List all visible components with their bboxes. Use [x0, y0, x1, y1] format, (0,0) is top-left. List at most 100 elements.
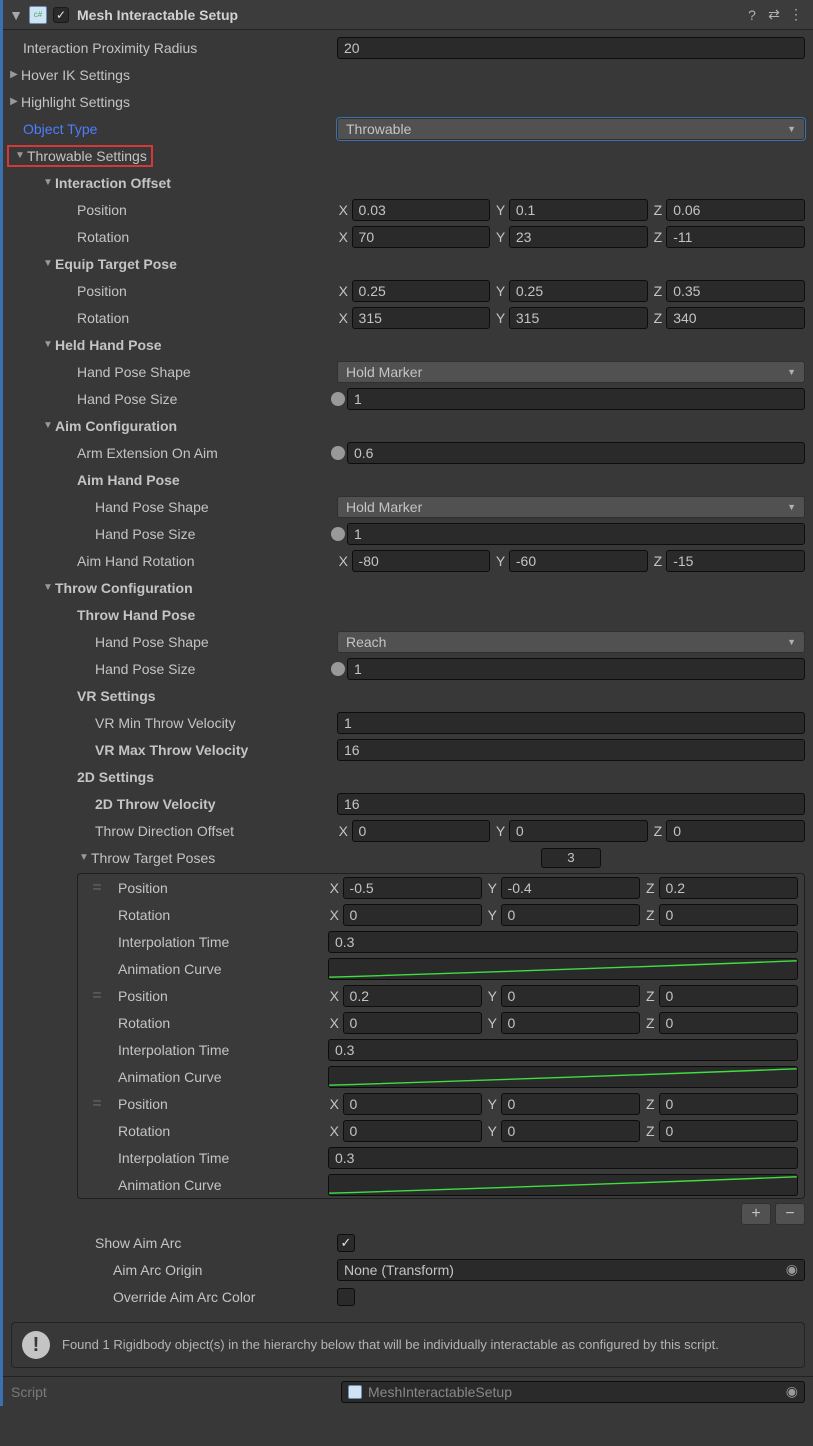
pose-0-pos-y[interactable] [501, 877, 640, 899]
throw-size-input[interactable] [347, 658, 805, 680]
aim-rot-x[interactable] [352, 550, 491, 572]
preset-icon[interactable]: ⇄ [763, 6, 785, 23]
pose-2-rot-x[interactable] [343, 1120, 482, 1142]
pose-2-interp[interactable] [328, 1147, 798, 1169]
help-icon[interactable]: ? [741, 7, 763, 23]
throw-dir-z[interactable] [666, 820, 805, 842]
override-color-checkbox[interactable] [337, 1288, 355, 1306]
menu-icon[interactable]: ⋮ [785, 6, 807, 23]
held-hand-foldout[interactable]: Held Hand Pose [7, 337, 337, 353]
aim-size-slider[interactable] [337, 532, 339, 536]
info-icon: ! [22, 1331, 50, 1359]
drag-handle-icon[interactable]: = [78, 879, 118, 897]
pose-0-rot-x[interactable] [343, 904, 482, 926]
aim-shape-dropdown[interactable]: Hold Marker [337, 496, 805, 518]
aim-hand-label: Aim Hand Pose [7, 472, 337, 488]
script-field: MeshInteractableSetup◉ [341, 1381, 805, 1403]
arm-ext-slider[interactable] [337, 451, 339, 455]
2d-settings-label: 2D Settings [7, 769, 337, 785]
pose-0-interp[interactable] [328, 931, 798, 953]
pose-2-pos-z[interactable] [659, 1093, 798, 1115]
component-title: Mesh Interactable Setup [77, 7, 741, 23]
poses-size-input[interactable] [541, 848, 601, 868]
object-type-dropdown[interactable]: Throwable [337, 118, 805, 140]
drag-handle-icon[interactable]: = [78, 1095, 118, 1113]
et-pos-y[interactable] [509, 280, 648, 302]
script-icon[interactable]: c# [29, 6, 47, 24]
pose-0-pos-z[interactable] [659, 877, 798, 899]
component-header: ▼ c# ✓ Mesh Interactable Setup ? ⇄ ⋮ [3, 0, 813, 30]
script-label: Script [11, 1384, 341, 1400]
hover-ik-foldout[interactable]: Hover IK Settings [7, 67, 337, 83]
object-picker-icon: ◉ [786, 1261, 798, 1278]
aim-arc-origin-field[interactable]: None (Transform)◉ [337, 1259, 805, 1281]
pose-1-curve[interactable] [328, 1066, 798, 1088]
io-pos-x[interactable] [352, 199, 491, 221]
throw-hand-label: Throw Hand Pose [7, 607, 337, 623]
aim-cfg-foldout[interactable]: Aim Configuration [7, 418, 337, 434]
throw-dir-x[interactable] [352, 820, 491, 842]
2d-vel-input[interactable] [337, 793, 805, 815]
info-box: ! Found 1 Rigidbody object(s) in the hie… [11, 1322, 805, 1368]
object-picker-icon: ◉ [786, 1383, 798, 1400]
vr-max-input[interactable] [337, 739, 805, 761]
highlight-foldout[interactable]: Highlight Settings [7, 94, 337, 110]
equip-target-foldout[interactable]: Equip Target Pose [7, 256, 337, 272]
et-rot-y[interactable] [509, 307, 648, 329]
enabled-checkbox[interactable]: ✓ [53, 7, 69, 23]
pose-1-rot-y[interactable] [501, 1012, 640, 1034]
throw-cfg-foldout[interactable]: Throw Configuration [7, 580, 337, 596]
pose-2-pos-y[interactable] [501, 1093, 640, 1115]
io-rot-z[interactable] [666, 226, 805, 248]
pose-0-rot-y[interactable] [501, 904, 640, 926]
et-rot-z[interactable] [666, 307, 805, 329]
script-asset-icon [348, 1385, 362, 1399]
pose-0-rot-z[interactable] [659, 904, 798, 926]
throw-shape-dropdown[interactable]: Reach [337, 631, 805, 653]
io-rot-y[interactable] [509, 226, 648, 248]
object-type-label: Object Type [7, 121, 337, 137]
throwable-settings-foldout[interactable]: Throwable Settings [7, 145, 337, 167]
aim-rot-z[interactable] [666, 550, 805, 572]
io-position-label: Position [7, 202, 337, 218]
array-add-button[interactable]: + [741, 1203, 771, 1225]
io-pos-z[interactable] [666, 199, 805, 221]
pose-1-pos-z[interactable] [659, 985, 798, 1007]
throw-size-slider[interactable] [337, 667, 339, 671]
pose-2-curve[interactable] [328, 1174, 798, 1196]
vr-min-input[interactable] [337, 712, 805, 734]
throw-dir-y[interactable] [509, 820, 648, 842]
pose-0-curve[interactable] [328, 958, 798, 980]
pose-2-rot-y[interactable] [501, 1120, 640, 1142]
interaction-offset-foldout[interactable]: Interaction Offset [7, 175, 337, 191]
foldout-icon[interactable]: ▼ [9, 7, 23, 23]
proximity-input[interactable] [337, 37, 805, 59]
held-size-input[interactable] [347, 388, 805, 410]
aim-rot-y[interactable] [509, 550, 648, 572]
pose-2-pos-x[interactable] [343, 1093, 482, 1115]
pose-1-rot-z[interactable] [659, 1012, 798, 1034]
pose-1-rot-x[interactable] [343, 1012, 482, 1034]
pose-0-pos-x[interactable] [343, 877, 482, 899]
array-remove-button[interactable]: − [775, 1203, 805, 1225]
io-rotation-label: Rotation [7, 229, 337, 245]
pose-2-rot-z[interactable] [659, 1120, 798, 1142]
et-rot-x[interactable] [352, 307, 491, 329]
aim-size-input[interactable] [347, 523, 805, 545]
et-pos-z[interactable] [666, 280, 805, 302]
held-shape-dropdown[interactable]: Hold Marker [337, 361, 805, 383]
drag-handle-icon[interactable]: = [78, 987, 118, 1005]
vr-settings-label: VR Settings [7, 688, 337, 704]
arm-ext-input[interactable] [347, 442, 805, 464]
io-rot-x[interactable] [352, 226, 491, 248]
pose-1-pos-x[interactable] [343, 985, 482, 1007]
pose-1-pos-y[interactable] [501, 985, 640, 1007]
io-pos-y[interactable] [509, 199, 648, 221]
show-aim-arc-checkbox[interactable]: ✓ [337, 1234, 355, 1252]
proximity-label: Interaction Proximity Radius [7, 40, 337, 56]
et-pos-x[interactable] [352, 280, 491, 302]
poses-foldout[interactable]: Throw Target Poses [7, 850, 337, 866]
held-size-slider[interactable] [337, 397, 339, 401]
pose-1-interp[interactable] [328, 1039, 798, 1061]
info-text: Found 1 Rigidbody object(s) in the hiera… [62, 1337, 719, 1354]
